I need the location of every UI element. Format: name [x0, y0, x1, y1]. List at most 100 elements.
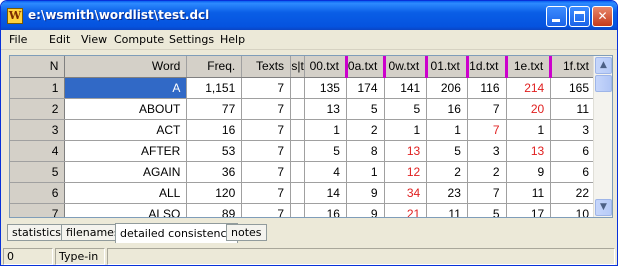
scroll-up-arrow-icon[interactable]: ▲	[595, 57, 612, 74]
cell-count[interactable]: 2	[467, 161, 507, 183]
cell-freq[interactable]: 120	[186, 182, 243, 204]
table-row[interactable]: 3 ACT 16 7 1 2 1 1 7 1 3	[10, 119, 596, 141]
menu-settings[interactable]: Settings	[169, 33, 214, 46]
row-number[interactable]: 3	[10, 119, 66, 141]
cell-count[interactable]: 135	[304, 77, 347, 99]
title-bar[interactable]: W e:\wsmith\wordlist\test.dcl ✕	[1, 1, 617, 30]
cell-set[interactable]	[290, 182, 306, 204]
cell-count[interactable]: 165	[550, 77, 596, 99]
row-number[interactable]: 6	[10, 182, 66, 204]
cell-texts[interactable]: 7	[241, 161, 292, 183]
cell-freq[interactable]: 77	[186, 98, 243, 120]
cell-count[interactable]: 6	[550, 161, 596, 183]
row-number[interactable]: 1	[10, 77, 66, 99]
row-number[interactable]: 7	[10, 203, 66, 217]
col-header-texts[interactable]: Texts	[241, 56, 292, 78]
col-header-file[interactable]: 0w.txt	[384, 56, 429, 78]
cell-count[interactable]: 2	[346, 119, 385, 141]
col-header-freq[interactable]: Freq.	[186, 56, 243, 78]
cell-texts[interactable]: 7	[241, 98, 292, 120]
cell-count[interactable]: 21	[384, 203, 428, 217]
cell-count[interactable]: 1	[346, 161, 385, 183]
tab-statistics[interactable]: statistics	[7, 224, 67, 241]
table-row[interactable]: 5 AGAIN 36 7 4 1 12 2 2 9 6	[10, 161, 596, 183]
cell-count[interactable]: 10	[550, 203, 596, 217]
cell-count[interactable]: 5	[384, 98, 428, 120]
cell-freq[interactable]: 53	[186, 140, 243, 162]
cell-count[interactable]: 7	[467, 182, 507, 204]
menu-help[interactable]: Help	[220, 33, 245, 46]
cell-word[interactable]: A	[64, 77, 188, 99]
maximize-button[interactable]	[569, 6, 590, 27]
cell-count[interactable]: 141	[384, 77, 428, 99]
cell-count[interactable]: 5	[346, 98, 385, 120]
col-header-set[interactable]: s|t	[290, 56, 306, 78]
cell-word[interactable]: ACT	[64, 119, 188, 141]
cell-count[interactable]: 1	[506, 119, 552, 141]
cell-word[interactable]: AGAIN	[64, 161, 188, 183]
cell-count[interactable]: 11	[550, 98, 596, 120]
tab-detailed-consistency[interactable]: detailed consistency	[115, 223, 239, 243]
cell-count[interactable]: 174	[346, 77, 385, 99]
cell-count[interactable]: 13	[304, 98, 347, 120]
col-header-file[interactable]: 1d.txt	[467, 56, 508, 78]
table-row[interactable]: 2 ABOUT 77 7 13 5 5 16 7 20 11	[10, 98, 596, 120]
cell-count[interactable]: 16	[426, 98, 468, 120]
cell-count[interactable]: 3	[550, 119, 596, 141]
row-number[interactable]: 4	[10, 140, 66, 162]
cell-count[interactable]: 20	[506, 98, 552, 120]
wordsmith-app-icon[interactable]: W	[7, 8, 23, 24]
cell-count[interactable]: 5	[304, 140, 347, 162]
minimize-button[interactable]	[546, 6, 567, 27]
cell-texts[interactable]: 7	[241, 77, 292, 99]
cell-count[interactable]: 23	[426, 182, 468, 204]
cell-count[interactable]: 206	[426, 77, 468, 99]
cell-count[interactable]: 13	[384, 140, 428, 162]
menu-compute[interactable]: Compute	[114, 33, 164, 46]
cell-count[interactable]: 16	[304, 203, 347, 217]
cell-texts[interactable]: 7	[241, 182, 292, 204]
menu-file[interactable]: File	[9, 33, 27, 46]
cell-set[interactable]	[290, 98, 306, 120]
cell-count[interactable]: 4	[304, 161, 347, 183]
cell-texts[interactable]: 7	[241, 203, 292, 217]
col-header-n[interactable]: N	[10, 56, 66, 78]
cell-word[interactable]: AFTER	[64, 140, 188, 162]
cell-count[interactable]: 6	[550, 140, 596, 162]
cell-word[interactable]: ABOUT	[64, 98, 188, 120]
cell-count[interactable]: 22	[550, 182, 596, 204]
cell-count[interactable]: 5	[426, 140, 468, 162]
col-header-file[interactable]: 1f.txt	[550, 56, 596, 78]
cell-word[interactable]: ALL	[64, 182, 188, 204]
cell-set[interactable]	[290, 140, 306, 162]
table-row[interactable]: 1 A 1,151 7 135 174 141 206 116 214 165	[10, 77, 596, 99]
cell-freq[interactable]: 36	[186, 161, 243, 183]
cell-count[interactable]: 1	[426, 119, 468, 141]
cell-count[interactable]: 3	[467, 140, 507, 162]
cell-freq[interactable]: 89	[186, 203, 243, 217]
cell-count[interactable]: 9	[346, 182, 385, 204]
vertical-scrollbar[interactable]: ▲ ▼	[593, 56, 612, 217]
table-row[interactable]: 6 ALL 120 7 14 9 34 23 7 11 22	[10, 182, 596, 204]
menu-edit[interactable]: Edit	[49, 33, 70, 46]
cell-count[interactable]: 12	[384, 161, 428, 183]
table-row[interactable]: 4 AFTER 53 7 5 8 13 5 3 13 6	[10, 140, 596, 162]
cell-count[interactable]: 11	[506, 182, 552, 204]
cell-count[interactable]: 11	[426, 203, 468, 217]
cell-set[interactable]	[290, 203, 306, 217]
cell-count[interactable]: 1	[304, 119, 347, 141]
table-row[interactable]: 7 ALSO 89 7 16 9 21 11 5 17 10	[10, 203, 596, 217]
row-number[interactable]: 2	[10, 98, 66, 120]
col-header-file[interactable]: 01.txt	[426, 56, 469, 78]
cell-count[interactable]: 1	[384, 119, 428, 141]
cell-set[interactable]	[290, 161, 306, 183]
scroll-thumb[interactable]	[595, 75, 612, 92]
scroll-down-arrow-icon[interactable]: ▼	[595, 199, 612, 216]
consistency-grid[interactable]: N Word Freq. Texts s|t 00.txt 0a.txt 0w.…	[9, 55, 613, 218]
cell-count[interactable]: 7	[467, 98, 507, 120]
cell-count[interactable]: 13	[506, 140, 552, 162]
col-header-file[interactable]: 00.txt	[304, 56, 348, 78]
tab-notes[interactable]: notes	[226, 224, 267, 241]
col-header-word[interactable]: Word	[64, 56, 188, 78]
cell-count[interactable]: 214	[506, 77, 552, 99]
